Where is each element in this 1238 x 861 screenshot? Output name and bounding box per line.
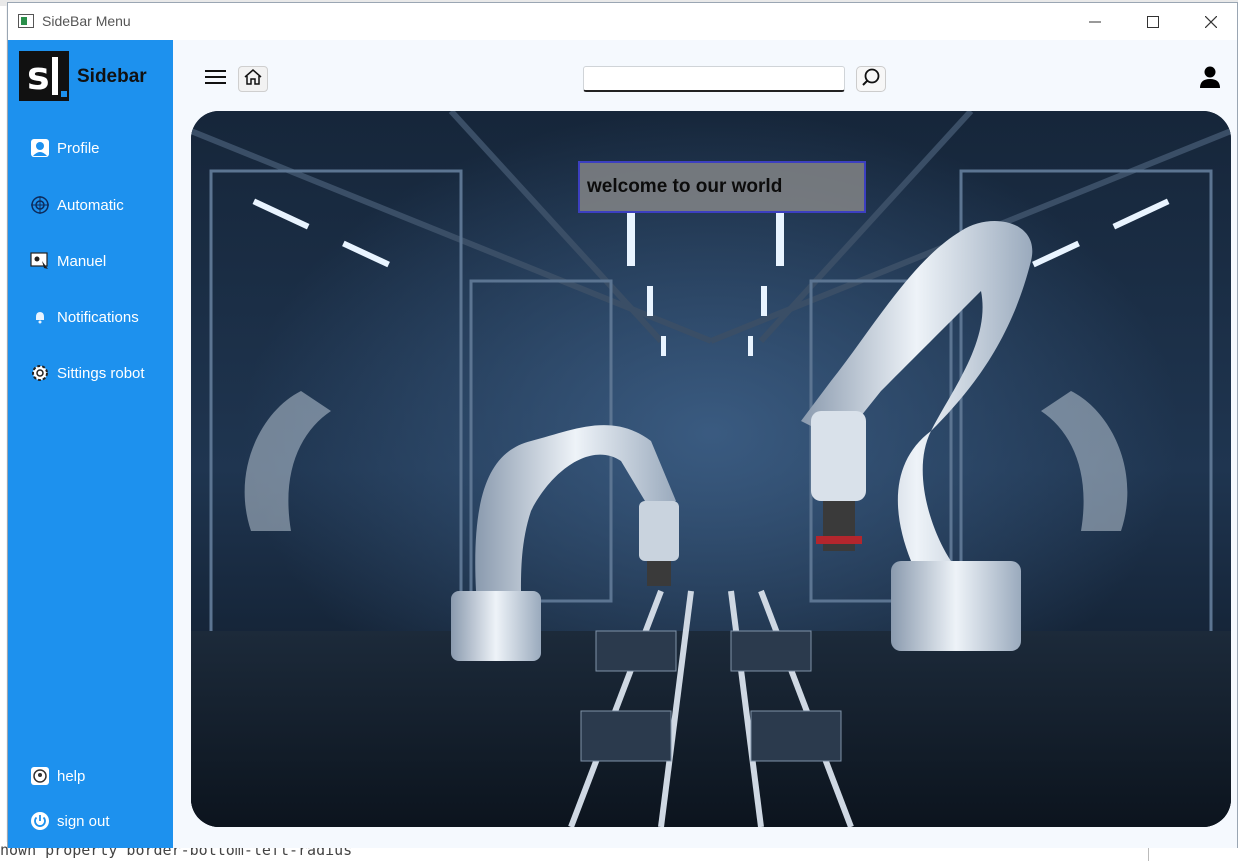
sidebar-item-settings-robot[interactable]: Sittings robot [30,361,145,385]
automatic-icon [30,195,50,215]
close-button[interactable] [1182,3,1238,40]
sign-out-button[interactable]: sign out [30,809,110,833]
sidebar-item-notifications[interactable]: Notifications [30,305,139,329]
sidebar-item-help[interactable]: help [30,764,85,788]
app-window: SideBar Menu s Sidebar Profile Automatic… [7,2,1238,848]
gear-icon [30,363,50,383]
sidebar: s Sidebar Profile Automatic Manuel Notif… [8,40,173,848]
sidebar-item-label: Sittings robot [57,364,145,382]
sidebar-item-label: Manuel [57,252,107,270]
sidebar-item-manuel[interactable]: Manuel [30,249,106,273]
app-icon [18,14,34,28]
sidebar-item-label: help [57,767,86,785]
home-button[interactable] [238,66,268,92]
sidebar-item-label: Automatic [57,196,124,214]
help-icon [30,766,50,786]
sidebar-item-label: Notifications [57,308,139,326]
brand-title: Sidebar [77,66,147,87]
maximize-button[interactable] [1124,3,1182,40]
menu-icon [205,69,227,90]
sidebar-item-label: Profile [57,139,100,157]
title-bar: SideBar Menu [8,3,1237,40]
search-button[interactable] [856,66,886,92]
power-icon [30,811,50,831]
sidebar-item-automatic[interactable]: Automatic [30,193,124,217]
manual-icon [30,251,50,271]
main-content: welcome to our world [173,40,1237,848]
hero-image: welcome to our world [191,111,1231,827]
minimize-button[interactable] [1066,3,1124,40]
menu-button[interactable] [203,67,229,91]
user-icon [1199,65,1221,94]
sidebar-item-label: sign out [57,812,110,830]
desktop-background-column [0,6,6,861]
user-account-button[interactable] [1197,66,1223,92]
bell-icon [30,307,50,327]
profile-icon [30,138,50,158]
home-icon [243,68,263,91]
brand-logo: s [19,51,69,101]
sidebar-item-profile[interactable]: Profile [30,136,100,160]
search-input[interactable] [583,66,845,92]
window-title: SideBar Menu [42,13,131,29]
factory-robots-illustration [191,111,1231,827]
search-icon [861,67,881,92]
welcome-banner: welcome to our world [578,161,866,213]
welcome-text: welcome to our world [587,176,783,197]
